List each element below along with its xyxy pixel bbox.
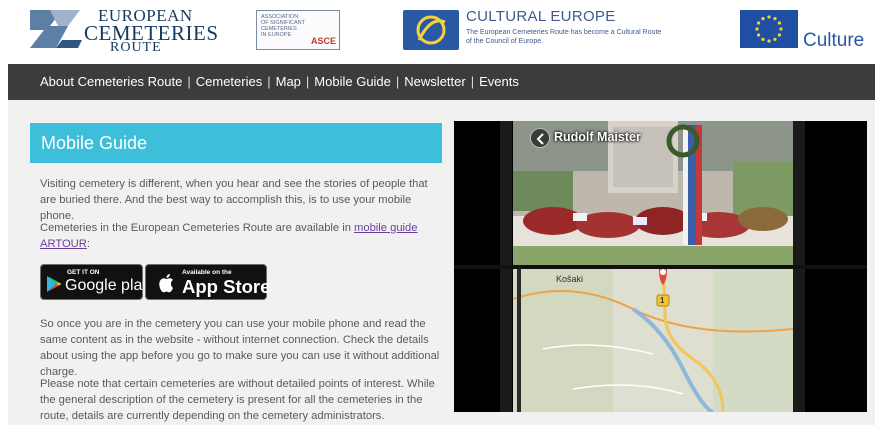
chevron-left-icon — [536, 133, 544, 145]
eu-stars-icon — [755, 15, 783, 43]
intro-paragraph: Visiting cemetery is different, when you… — [40, 178, 428, 222]
page-title-bar: Mobile Guide — [30, 123, 442, 163]
nav-item-newsletter[interactable]: Newsletter — [404, 74, 465, 89]
nav-separator: | — [267, 74, 271, 89]
app-store-big-text: App Store — [182, 276, 271, 297]
google-play-badge[interactable]: GET IT ON Google play — [40, 264, 150, 300]
european-cemeteries-route-logo[interactable]: EUROPEAN CEMETERIES ROUTE — [28, 4, 218, 56]
app-store-badge[interactable]: Available on the App Store — [145, 264, 271, 300]
note-paragraph: Please note that certain cemeteries are … — [40, 378, 435, 422]
culture-programme-label: Culture — [803, 30, 865, 51]
council-of-europe-logo[interactable] — [403, 10, 459, 50]
nav-item-cemeteries[interactable]: Cemeteries — [196, 74, 262, 89]
nav-separator: | — [395, 74, 400, 89]
map-image — [513, 269, 793, 412]
map-place-label: Košaki — [556, 274, 584, 284]
availability-text: Cemeteries in the European Cemeteries Ro… — [40, 222, 355, 234]
eu-flag-icon[interactable] — [740, 10, 798, 48]
apple-icon — [159, 274, 173, 293]
map-view[interactable]: 1 — [513, 269, 793, 412]
nav-separator: | — [187, 74, 191, 89]
availability-colon: : — [86, 238, 90, 250]
ecr-emblem-icon — [30, 10, 82, 48]
nav-item-events[interactable]: Events — [479, 74, 519, 89]
site-header: EUROPEAN CEMETERIES ROUTE ASSOCIATION OF… — [0, 0, 875, 64]
page-title: Mobile Guide — [41, 133, 148, 153]
offline-paragraph: So once you are in the cemetery you can … — [40, 318, 440, 378]
page: EUROPEAN CEMETERIES ROUTE ASSOCIATION OF… — [0, 0, 875, 425]
main-nav: About Cemeteries Route | Cemeteries | Ma… — [8, 64, 875, 100]
asce-logo[interactable]: ASSOCIATION OF SIGNIFICANT CEMETERIES IN… — [256, 10, 340, 50]
council-of-europe-emblem-icon — [416, 15, 446, 45]
availability-paragraph: Cemeteries in the European Cemeteries Ro… — [40, 220, 440, 252]
nav-item-map[interactable]: Map — [276, 74, 301, 89]
map-side-bar — [517, 269, 521, 412]
ecr-logo-line3: ROUTE — [110, 40, 162, 55]
back-button[interactable] — [530, 128, 550, 148]
cultural-europe-subtitle: The European Cemeteries Route has become… — [466, 29, 662, 45]
asce-line4: IN EUROPE — [261, 32, 292, 38]
app-store-small-text: Available on the — [182, 269, 232, 276]
nav-item-about[interactable]: About Cemeteries Route — [40, 74, 182, 89]
photo-title: Rudolf Maister — [554, 130, 641, 144]
map-marker-number: 1 — [660, 296, 665, 305]
nav-item-mobile-guide[interactable]: Mobile Guide — [314, 74, 391, 89]
nav-list: About Cemeteries Route | Cemeteries | Ma… — [40, 74, 519, 89]
google-play-small-text: GET IT ON — [67, 269, 100, 276]
google-play-icon — [47, 276, 62, 292]
nav-separator: | — [470, 74, 475, 89]
nav-separator: | — [305, 74, 310, 89]
google-play-big-text: Google play — [65, 277, 151, 294]
cultural-europe-title: CULTURAL EUROPE — [466, 8, 616, 25]
asce-mark: ASCE — [310, 36, 336, 46]
